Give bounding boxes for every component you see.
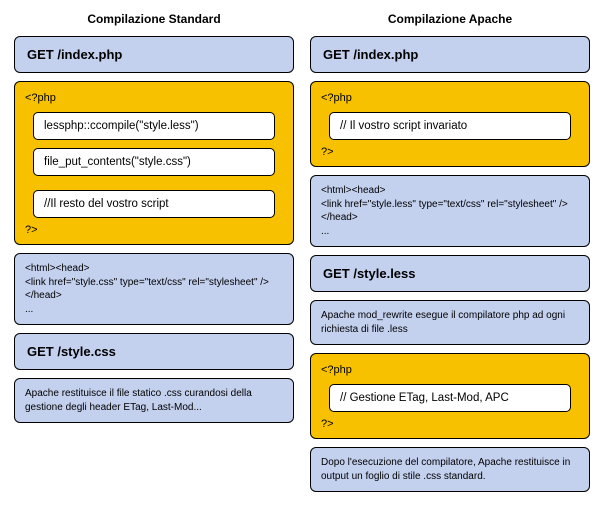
code-line: //Il resto del vostro script [33, 190, 275, 218]
php-block-right-1: <?php // Il vostro script invariato ?> [310, 81, 590, 167]
diagram-columns: Compilazione Standard GET /index.php <?p… [0, 0, 604, 510]
html-line: </head> [25, 289, 283, 303]
html-output-right: <html><head> <link href="style.less" typ… [310, 175, 590, 247]
note-right-2: Dopo l'esecuzione del compilatore, Apach… [310, 447, 590, 492]
php-open: <?php [25, 92, 283, 104]
html-line: ... [321, 225, 579, 239]
php-close: ?> [321, 146, 579, 158]
php-close: ?> [321, 418, 579, 430]
html-line: <html><head> [321, 184, 579, 198]
html-line: <html><head> [25, 262, 283, 276]
request-less-right: GET /style.less [310, 255, 590, 292]
column-standard: Compilazione Standard GET /index.php <?p… [14, 12, 294, 500]
note-right-1: Apache mod_rewrite esegue il compilatore… [310, 300, 590, 345]
request-index-left: GET /index.php [14, 36, 294, 73]
html-output-left: <html><head> <link href="style.css" type… [14, 253, 294, 325]
column-apache: Compilazione Apache GET /index.php <?php… [310, 12, 590, 500]
html-line: ... [25, 303, 283, 317]
code-line: // Il vostro script invariato [329, 112, 571, 140]
column-title-apache: Compilazione Apache [310, 12, 590, 26]
html-line: <link href="style.less" type="text/css" … [321, 198, 579, 212]
php-block-right-2: <?php // Gestione ETag, Last-Mod, APC ?> [310, 353, 590, 439]
php-open: <?php [321, 364, 579, 376]
php-block-left: <?php lessphp::ccompile("style.less") fi… [14, 81, 294, 245]
php-open: <?php [321, 92, 579, 104]
request-css-left: GET /style.css [14, 333, 294, 370]
html-line: </head> [321, 211, 579, 225]
php-close: ?> [25, 224, 283, 236]
code-line: file_put_contents("style.css") [33, 148, 275, 176]
html-line: <link href="style.css" type="text/css" r… [25, 276, 283, 290]
request-index-right: GET /index.php [310, 36, 590, 73]
column-title-standard: Compilazione Standard [14, 12, 294, 26]
note-left: Apache restituisce il file statico .css … [14, 378, 294, 423]
code-line: // Gestione ETag, Last-Mod, APC [329, 384, 571, 412]
code-line: lessphp::ccompile("style.less") [33, 112, 275, 140]
